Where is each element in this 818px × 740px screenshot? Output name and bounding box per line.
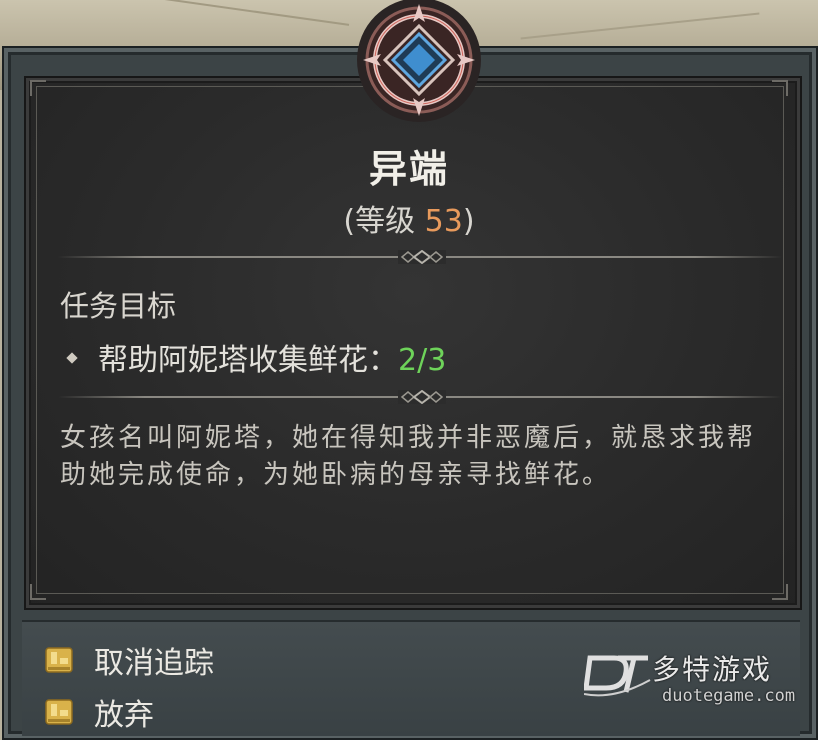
divider-ornament-icon: [398, 390, 446, 404]
watermark-url: duotegame.com: [662, 686, 796, 706]
watermark: 多特游戏 duotegame.com: [584, 646, 816, 712]
untrack-button[interactable]: 取消追踪: [44, 638, 214, 682]
level-prefix: (等级: [343, 204, 425, 239]
quest-title: 异端: [368, 147, 449, 191]
panel-corner-ornament: [772, 584, 788, 600]
objectives-header: 任务目标: [60, 289, 177, 323]
watermark-brand: 多特游戏: [652, 653, 773, 686]
abandon-button[interactable]: 放弃: [44, 690, 154, 734]
untrack-label: 取消追踪: [94, 646, 214, 681]
key-prompt-icon: [45, 699, 73, 725]
quest-emblem-icon: [357, 0, 481, 122]
key-prompt-icon: [45, 647, 73, 673]
divider-ornament-icon: [398, 250, 446, 264]
objective-item: 帮助阿妮塔收集鲜花：2/3: [66, 335, 447, 379]
map-crack: [520, 12, 760, 40]
quest-description: 女孩名叫阿妮塔，她在得知我并非恶魔后，就恳求我帮助她完成使命，为她卧病的母亲寻找…: [60, 423, 757, 490]
panel-corner-ornament: [30, 80, 46, 96]
level-number: 53: [424, 204, 463, 239]
abandon-label: 放弃: [94, 698, 154, 733]
section-divider: [58, 390, 782, 404]
objective-text: 帮助阿妮塔收集鲜花：: [98, 343, 398, 378]
map-crack: [150, 0, 350, 26]
objective-progress: 2/3: [398, 343, 447, 378]
section-divider: [58, 250, 782, 264]
panel-corner-ornament: [772, 80, 788, 96]
panel-corner-ornament: [30, 584, 46, 600]
level-suffix: ): [462, 204, 475, 239]
watermark-logo-icon: [584, 655, 651, 697]
quest-level: (等级 53): [0, 196, 818, 240]
diamond-bullet-icon: [66, 351, 78, 364]
